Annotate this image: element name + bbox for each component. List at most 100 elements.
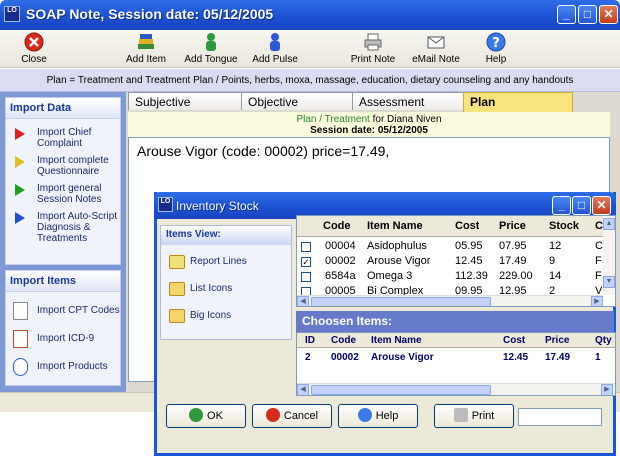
import-icd9[interactable]: Import ICD-9 (6, 330, 120, 354)
import-chief-complaint[interactable]: Import Chief Complaint (6, 127, 120, 149)
import-products[interactable]: Import Products (6, 358, 120, 382)
table-row[interactable]: 6584a Omega 3 112.39 229.00 14 F (297, 269, 615, 284)
import-cpt-label: Import CPT Codes (37, 305, 120, 316)
printer-icon (364, 33, 382, 51)
close-label: Close (21, 54, 47, 65)
big-icons-option[interactable]: Big Icons (161, 306, 291, 333)
col-cost[interactable]: Cost (503, 333, 525, 348)
col-id[interactable]: ID (305, 333, 315, 348)
cancel-button[interactable]: Cancel (252, 404, 332, 428)
email-note-label: eMail Note (412, 54, 460, 65)
cell-c: C (595, 240, 603, 252)
add-pulse-label: Add Pulse (252, 54, 298, 65)
import-questionnaire[interactable]: Import complete Questionnaire (6, 155, 120, 177)
items-view-title: Items View: (161, 226, 291, 245)
cell-stock: 12 (549, 240, 562, 252)
scroll-left-button[interactable]: ◀ (297, 296, 309, 306)
scroll-up-button[interactable]: ▲ (603, 218, 615, 230)
print-button[interactable]: Print (434, 404, 514, 428)
stock-horizontal-scrollbar[interactable]: ◀ ▶ (297, 295, 603, 306)
window-titlebar: LO SOAP Note, Session date: 05/12/2005 _… (0, 0, 620, 30)
app-logo-icon: LO (158, 197, 173, 212)
row-checkbox[interactable] (301, 272, 311, 282)
scroll-left-button[interactable]: ◀ (297, 384, 309, 395)
tab-subjective[interactable]: Subjective (128, 92, 242, 110)
table-row[interactable]: 2 00002 Arouse Vigor 12.45 17.49 1 (297, 350, 615, 365)
print-note-button[interactable]: Print Note (350, 32, 396, 65)
col-item-name[interactable]: Item Name (367, 216, 423, 237)
add-tongue-button[interactable]: Add Tongue (184, 32, 238, 65)
envelope-icon (427, 36, 445, 49)
list-icons-option[interactable]: List Icons (161, 279, 291, 306)
cell-price: 17.49 (499, 255, 527, 267)
scrollbar-thumb[interactable] (311, 385, 491, 395)
ok-label: OK (207, 410, 223, 422)
close-button[interactable]: Close (16, 32, 52, 65)
tab-assessment[interactable]: Assessment (352, 92, 464, 110)
dialog-maximize-button[interactable]: □ (572, 196, 591, 215)
import-session-notes[interactable]: Import general Session Notes (6, 183, 120, 205)
add-item-button[interactable]: Add Item (124, 32, 168, 65)
cell-price: 07.95 (499, 240, 527, 252)
report-lines-label: Report Lines (190, 256, 247, 267)
stock-header-row: Code Item Name Cost Price Stock C (297, 216, 615, 237)
import-questionnaire-label: Import complete Questionnaire (37, 155, 109, 177)
print-count-input[interactable] (518, 408, 602, 426)
scroll-right-button[interactable]: ▶ (591, 296, 603, 306)
table-row[interactable]: 00004 Asidophulus 05.95 07.95 12 C (297, 239, 615, 254)
import-products-label: Import Products (37, 361, 108, 372)
arrow-icon (15, 128, 25, 140)
cancel-icon (265, 408, 280, 422)
cell-code: 6584a (325, 270, 356, 282)
col-qty[interactable]: Qty (595, 333, 612, 348)
import-cpt-codes[interactable]: Import CPT Codes (6, 302, 120, 326)
scrollbar-thumb[interactable] (311, 297, 491, 306)
dialog-title: Inventory Stock (176, 199, 259, 213)
print-label: Print (471, 410, 495, 422)
close-window-button[interactable]: ✕ (599, 5, 618, 24)
ok-button[interactable]: OK (166, 404, 246, 428)
table-row[interactable]: 00005 Bi Complex 09.95 12.95 2 V (297, 284, 615, 297)
products-icon (13, 358, 28, 376)
tab-objective[interactable]: Objective (241, 92, 353, 110)
scroll-down-button[interactable]: ▼ (603, 276, 615, 288)
svg-text:?: ? (492, 36, 500, 51)
chosen-horizontal-scrollbar[interactable]: ◀ ▶ (297, 383, 615, 395)
add-tongue-label: Add Tongue (184, 54, 238, 65)
scroll-right-button[interactable]: ▶ (601, 384, 613, 395)
col-stock[interactable]: Stock (549, 216, 579, 237)
maximize-button[interactable]: □ (578, 5, 597, 24)
row-checkbox[interactable] (301, 242, 311, 252)
add-pulse-button[interactable]: Add Pulse (252, 32, 298, 65)
dialog-help-button[interactable]: Help (338, 404, 418, 428)
close-icon (24, 32, 44, 52)
session-date: Session date: 05/12/2005 (310, 125, 428, 136)
col-code[interactable]: Code (323, 216, 351, 237)
import-auto-script[interactable]: Import Auto-Script Diagnosis & Treatment… (6, 211, 120, 244)
tab-plan[interactable]: Plan (463, 92, 573, 112)
cell-name: Arouse Vigor (371, 352, 434, 363)
table-row[interactable]: ✓ 00002 Arouse Vigor 12.45 17.49 9 F (297, 254, 615, 269)
stock-vertical-scrollbar[interactable]: ▲ ▼ (603, 216, 615, 295)
dialog-close-button[interactable]: ✕ (592, 196, 611, 215)
plan-description-bar: Plan = Treatment and Treatment Plan / Po… (0, 69, 620, 92)
dialog-minimize-button[interactable]: _ (552, 196, 571, 215)
col-price[interactable]: Price (499, 216, 526, 237)
cell-name: Omega 3 (367, 270, 413, 282)
col-item-name[interactable]: Item Name (371, 333, 422, 348)
plan-header-title: Plan / Treatment (296, 114, 370, 125)
minimize-button[interactable]: _ (557, 5, 576, 24)
col-code[interactable]: Code (331, 333, 356, 348)
help-label: Help (375, 410, 399, 422)
app-logo-icon: LO (4, 6, 20, 22)
cell-stock: 14 (549, 270, 562, 282)
row-checkbox[interactable]: ✓ (301, 257, 311, 267)
col-c[interactable]: C (595, 216, 603, 237)
email-note-button[interactable]: eMail Note (412, 32, 460, 65)
col-price[interactable]: Price (545, 333, 569, 348)
report-lines-option[interactable]: Report Lines (161, 252, 291, 279)
help-button[interactable]: ? Help (482, 32, 510, 65)
cell-name: Asidophulus (367, 240, 427, 252)
cell-stock: 9 (549, 255, 556, 267)
col-cost[interactable]: Cost (455, 216, 479, 237)
